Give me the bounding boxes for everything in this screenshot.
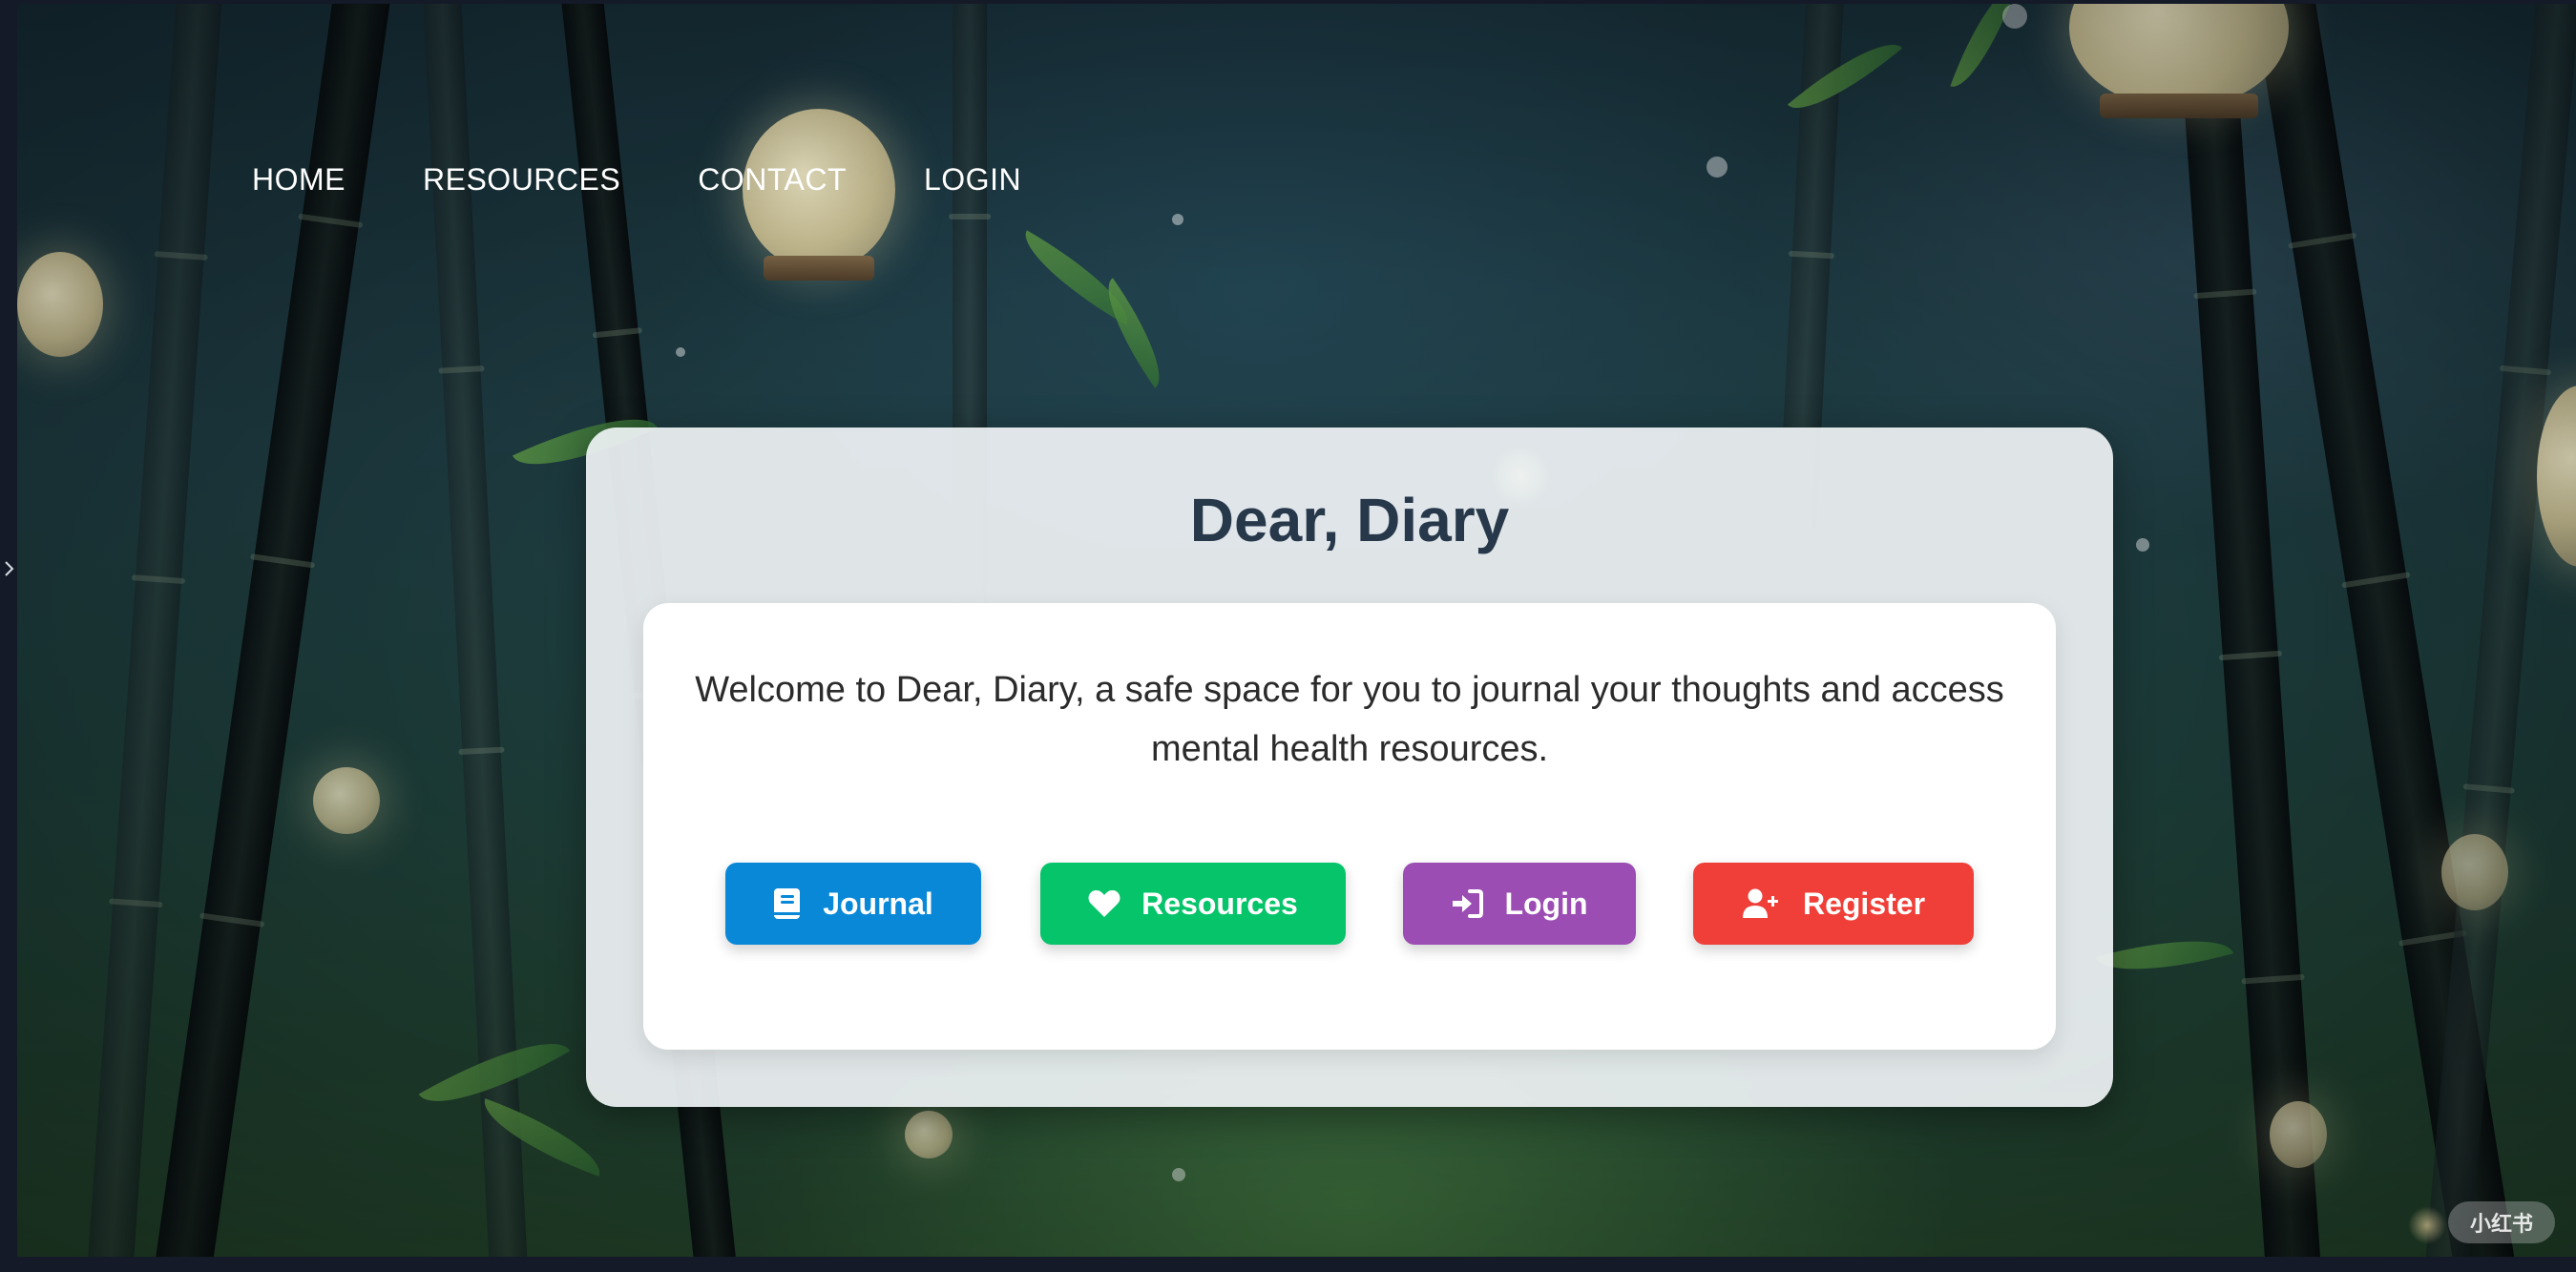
nav-item-login[interactable]: LOGIN xyxy=(924,160,1021,198)
book-icon xyxy=(773,887,802,920)
login-button-label: Login xyxy=(1504,886,1588,921)
welcome-card: Dear, Diary Welcome to Dear, Diary, a sa… xyxy=(586,427,2113,1107)
user-plus-icon xyxy=(1742,888,1782,919)
nav-item-home[interactable]: HOME xyxy=(252,160,346,198)
sidebar-toggle[interactable] xyxy=(2,552,17,590)
welcome-text: Welcome to Dear, Diary, a safe space for… xyxy=(695,670,2004,769)
register-button[interactable]: Register xyxy=(1693,863,1974,945)
sign-in-icon xyxy=(1451,889,1484,918)
resources-button[interactable]: Resources xyxy=(1040,863,1346,945)
action-buttons: Journal Resources Login Register xyxy=(643,863,2056,945)
register-button-label: Register xyxy=(1802,886,1926,921)
app-frame: HOME RESOURCES CONTACT LOGIN Dear, Diary… xyxy=(0,0,2576,1272)
page-title: Dear, Diary xyxy=(1189,486,1510,554)
journal-button[interactable]: Journal xyxy=(725,863,981,945)
chevron-right-icon xyxy=(4,559,15,583)
journal-button-label: Journal xyxy=(823,886,933,921)
login-button[interactable]: Login xyxy=(1403,863,1636,945)
nav-item-contact[interactable]: CONTACT xyxy=(698,160,847,198)
watermark-logo: 小红书 xyxy=(2448,1201,2555,1243)
nav-item-resources[interactable]: RESOURCES xyxy=(423,160,620,198)
bamboo-forest-background: HOME RESOURCES CONTACT LOGIN Dear, Diary… xyxy=(17,4,2576,1257)
resources-button-label: Resources xyxy=(1141,886,1298,921)
heart-icon xyxy=(1088,889,1120,918)
welcome-panel: Welcome to Dear, Diary, a safe space for… xyxy=(643,603,2056,1050)
top-navigation: HOME RESOURCES CONTACT LOGIN xyxy=(252,160,1099,198)
